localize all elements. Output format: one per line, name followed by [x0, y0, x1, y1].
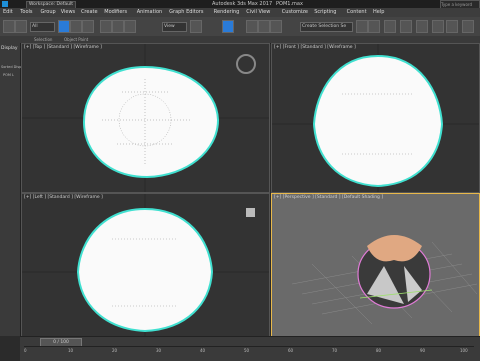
percent-snap-icon[interactable] — [270, 20, 282, 33]
perspective-scene — [291, 235, 478, 325]
panel-tab-display[interactable]: Display — [1, 46, 18, 51]
file-name: POM1.max — [276, 1, 303, 7]
viewcube-small-icon[interactable] — [246, 208, 255, 217]
timeline: 0 / 100 0 10 20 30 40 50 60 70 80 90 100 — [20, 336, 480, 361]
pivot-icon[interactable] — [190, 20, 202, 33]
viewport-perspective[interactable]: [+] [Perspective ] [Standard ] [Default … — [271, 193, 480, 337]
viewport-front[interactable]: [+] [Front ] [Standard ] [Wireframe ] — [271, 43, 480, 193]
menu-rendering[interactable]: Rendering — [214, 9, 240, 15]
select-object-icon[interactable] — [58, 20, 70, 33]
scene-explorer-panel: Display Sorted Disp POM L — [0, 43, 21, 336]
manipulate-icon[interactable] — [222, 20, 234, 33]
timeline-tick: 30 — [156, 348, 162, 353]
menu-edit[interactable]: Edit — [3, 9, 13, 15]
viewcube-icon[interactable] — [236, 54, 256, 74]
panel-item-object[interactable]: POM L — [3, 73, 14, 77]
menu-group[interactable]: Group — [40, 9, 55, 15]
redo-icon[interactable] — [15, 20, 27, 33]
rectangle-select-icon[interactable] — [82, 20, 94, 33]
menu-tools[interactable]: Tools — [20, 9, 32, 15]
align-icon[interactable] — [368, 20, 380, 33]
render-frame-icon[interactable] — [446, 20, 458, 33]
top-wireframe — [22, 44, 269, 192]
layer-icon[interactable] — [384, 20, 396, 33]
app-logo-icon[interactable] — [2, 1, 8, 7]
menu-create[interactable]: Create — [81, 9, 98, 15]
front-wireframe — [272, 44, 479, 192]
menu-help[interactable]: Help — [373, 9, 384, 15]
timeline-tick: 80 — [376, 348, 382, 353]
menu-scripting[interactable]: Scripting — [314, 9, 336, 15]
timeline-tick: 0 — [24, 348, 27, 353]
menu-views[interactable]: Views — [61, 9, 75, 15]
menu-modifiers[interactable]: Modifiers — [104, 9, 127, 15]
material-editor-icon[interactable] — [416, 20, 428, 33]
angle-snap-icon[interactable] — [258, 20, 270, 33]
left-wireframe — [22, 194, 269, 336]
app-title: Autodesk 3ds Max 2017 — [212, 1, 273, 7]
timeline-tick: 50 — [244, 348, 250, 353]
undo-icon[interactable] — [3, 20, 15, 33]
timeline-tick: 60 — [288, 348, 294, 353]
menu-animation[interactable]: Animation — [137, 9, 163, 15]
selection-set-dropdown[interactable]: Create Selection Se — [300, 22, 353, 32]
timeline-tick: 20 — [112, 348, 118, 353]
menu-content[interactable]: Content — [347, 9, 367, 15]
menu-customize[interactable]: Customize — [282, 9, 308, 15]
menu-civil-view[interactable]: Civil View — [246, 9, 270, 15]
curve-editor-icon[interactable] — [400, 20, 412, 33]
move-icon[interactable] — [100, 20, 112, 33]
timeline-tick: 90 — [420, 348, 426, 353]
scale-icon[interactable] — [124, 20, 136, 33]
timeline-track[interactable] — [24, 346, 474, 347]
render-icon[interactable] — [462, 20, 474, 33]
rotate-icon[interactable] — [112, 20, 124, 33]
viewport-top[interactable]: [+] [Top ] [Standard ] [Wireframe ] — [21, 43, 270, 193]
view-dropdown[interactable]: View — [162, 22, 187, 32]
timeline-tick: 100 — [460, 348, 468, 353]
viewport-left[interactable]: [+] [Left ] [Standard ] [Wireframe ] — [21, 193, 270, 337]
menu-graph-editors[interactable]: Graph Editors — [169, 9, 203, 15]
mirror-icon[interactable] — [356, 20, 368, 33]
panel-item-sorted[interactable]: Sorted Disp — [1, 65, 21, 69]
timeline-tick: 10 — [68, 348, 74, 353]
snap-icon[interactable] — [246, 20, 258, 33]
ribbon-label-object-paint: Object Paint — [64, 37, 89, 42]
render-setup-icon[interactable] — [432, 20, 444, 33]
main-toolbar: All View Create Selection Se — [0, 17, 480, 37]
select-by-name-icon[interactable] — [70, 20, 82, 33]
timeline-tick: 40 — [200, 348, 206, 353]
ribbon-label-selection: Selection — [34, 37, 53, 42]
filter-dropdown[interactable]: All — [30, 22, 55, 32]
timeline-tick: 70 — [332, 348, 338, 353]
